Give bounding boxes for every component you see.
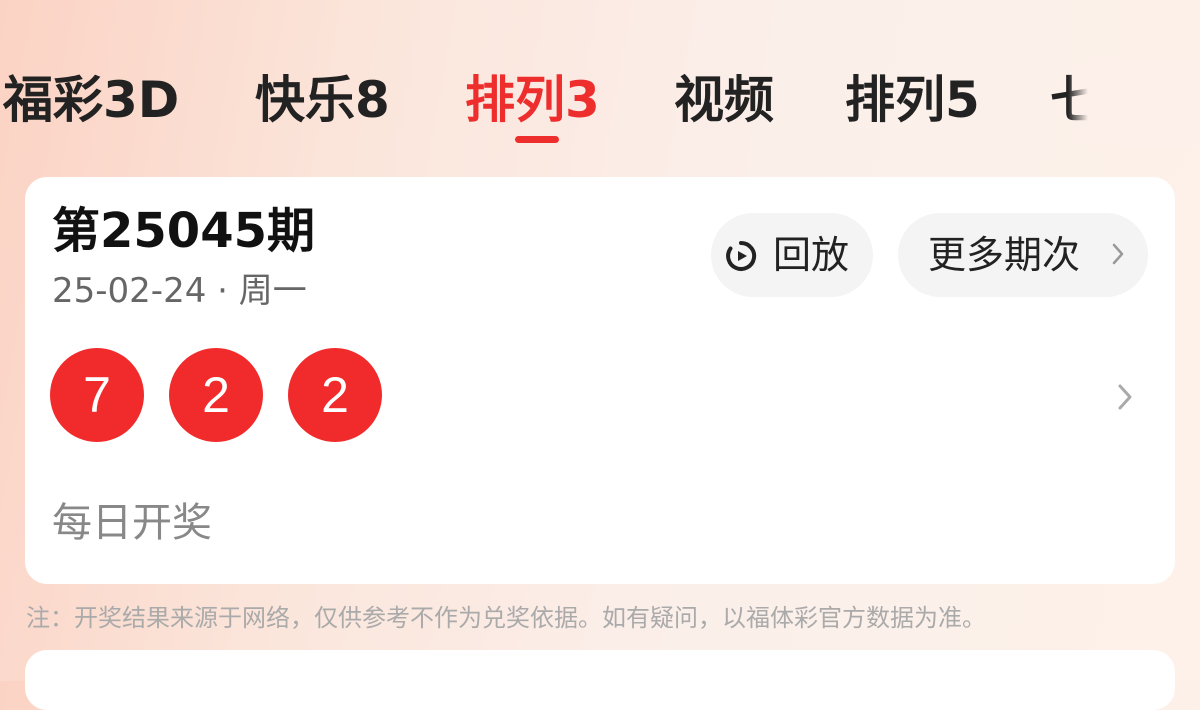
number-ball-1: 7 (50, 348, 144, 442)
chevron-right-icon[interactable] (1117, 383, 1133, 411)
number-ball-3: 2 (288, 348, 382, 442)
active-tab-indicator (515, 136, 559, 143)
replay-icon (726, 240, 757, 271)
replay-label: 回放 (773, 233, 850, 277)
replay-button[interactable]: 回放 (711, 213, 873, 297)
more-issues-button[interactable]: 更多期次 (898, 213, 1148, 297)
chevron-right-icon (1112, 243, 1124, 265)
tab-fucai-3d[interactable]: 福彩3D (3, 70, 179, 130)
draw-frequency: 每日开奖 (52, 500, 212, 546)
next-card (25, 650, 1175, 710)
tab-pailie-5[interactable]: 排列5 (845, 70, 980, 130)
disclaimer-note: 注：开奖结果来源于网络，仅供参考不作为兑奖依据。如有疑问，以福体彩官方数据为准。 (26, 604, 986, 632)
issue-title: 第25045期 (52, 203, 315, 259)
tab-pailie-3[interactable]: 排列3 (465, 70, 600, 130)
number-ball-2: 2 (169, 348, 263, 442)
lottery-tab-bar: 福彩3D 快乐8 排列3 视频 排列5 七 (0, 60, 1200, 146)
tab-menu-area (1088, 60, 1200, 146)
tab-kuaile-8[interactable]: 快乐8 (255, 70, 390, 130)
tab-overflow-fade (1068, 60, 1088, 146)
tab-video[interactable]: 视频 (674, 70, 774, 130)
more-issues-label: 更多期次 (928, 233, 1081, 277)
draw-date: 25-02-24 · 周一 (52, 271, 307, 311)
draw-result-card: 第25045期 25-02-24 · 周一 回放 更多期次 7 2 2 每日开奖 (25, 177, 1175, 584)
